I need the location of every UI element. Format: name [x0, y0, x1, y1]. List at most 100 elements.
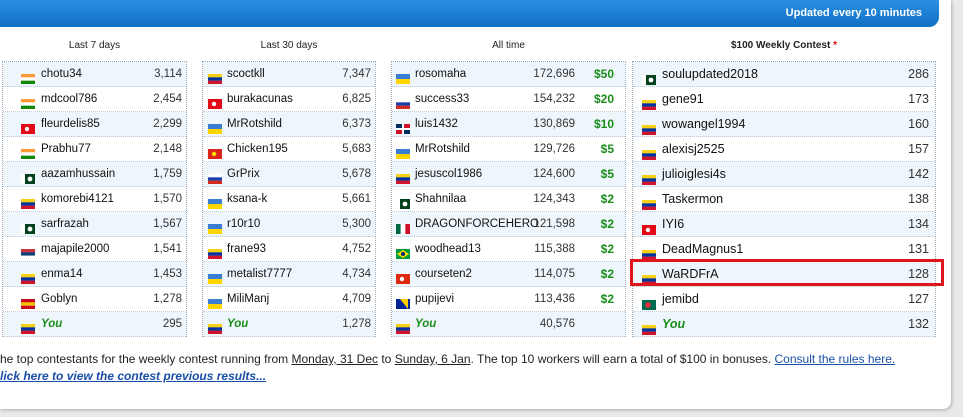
leaderboard-list: soulupdated2018 286 gene91 173 wowangel1994 1… [632, 61, 936, 337]
worker-name[interactable]: Chicken195 [227, 137, 288, 161]
score-value: 114,075 [534, 268, 575, 280]
country-flag-icon [21, 194, 35, 210]
score-value: 295 [162, 318, 182, 330]
leaderboard-row: r10r10 5,300 [203, 212, 375, 237]
country-flag-icon [396, 69, 410, 85]
worker-name[interactable]: sarfrazah [41, 212, 89, 236]
leaderboard-row: frane93 4,752 [203, 237, 375, 262]
column-title: All time [492, 40, 525, 51]
your-rank-row: You 295 [3, 312, 186, 337]
worker-name[interactable]: julioiglesi4s [662, 162, 726, 186]
worker-name[interactable]: majapile2000 [41, 237, 109, 261]
country-flag-icon [396, 294, 410, 309]
country-flag-icon [208, 169, 222, 185]
country-flag-icon [396, 244, 410, 259]
worker-name[interactable]: GrPrix [227, 162, 260, 186]
leaderboard-row: Taskermon 138 [633, 187, 935, 212]
worker-name[interactable]: mdcool786 [41, 87, 97, 111]
worker-name[interactable]: scoctkll [227, 62, 265, 86]
worker-name[interactable]: burakacunas [227, 87, 293, 111]
worker-name[interactable]: woodhead13 [415, 237, 481, 261]
rules-link[interactable]: Consult the rules here. [775, 352, 896, 366]
leaderboard-row: pupijevi 113,436 $2 [392, 287, 625, 312]
previous-results-link[interactable]: lick here to view the contest previous r… [0, 369, 266, 383]
leaderboard-row: wowangel1994 160 [633, 112, 935, 137]
worker-name[interactable]: jesuscol1986 [415, 162, 482, 186]
country-flag-icon [21, 169, 35, 184]
country-flag-icon [642, 194, 656, 211]
worker-name[interactable]: fleurdelis85 [41, 112, 100, 136]
country-flag-icon [208, 144, 222, 159]
country-flag-icon [642, 319, 656, 336]
worker-name[interactable]: aazamhussain [41, 162, 115, 186]
worker-name[interactable]: Shahnilaa [415, 187, 466, 211]
leaderboard-column-1: Last 30 days scoctkll 7,347 burakacunas 6,82… [202, 36, 376, 346]
worker-name[interactable]: DRAGONFORCEHERO [415, 212, 539, 236]
leaderboard-row: enma14 1,453 [3, 262, 186, 287]
worker-name[interactable]: success33 [415, 87, 469, 111]
score-value: 115,388 [534, 243, 575, 255]
country-flag-icon [642, 69, 656, 85]
country-flag-icon [208, 194, 222, 210]
worker-name[interactable]: Goblyn [41, 287, 77, 311]
worker-name[interactable]: ksana-k [227, 187, 267, 211]
country-flag-icon [396, 194, 410, 209]
worker-name[interactable]: Taskermon [662, 187, 723, 211]
worker-name[interactable]: alexisj2525 [662, 137, 725, 161]
score-value: 121,598 [533, 218, 575, 230]
worker-name[interactable]: metalist7777 [227, 262, 292, 286]
country-flag-icon [642, 219, 656, 235]
worker-name[interactable]: pupijevi [415, 287, 454, 311]
leaderboard-row: DRAGONFORCEHERO 121,598 $2 [392, 212, 625, 237]
worker-name[interactable]: chotu34 [41, 62, 82, 86]
footer-line-2: lick here to view the contest previous r… [0, 368, 950, 385]
country-flag-icon [208, 244, 222, 260]
worker-name[interactable]: komorebi4121 [41, 187, 114, 211]
contest-footer: he top contestants for the weekly contes… [0, 351, 950, 385]
leaderboard-row: julioiglesi4s 142 [633, 162, 935, 187]
country-flag-icon [21, 244, 35, 260]
worker-name[interactable]: enma14 [41, 262, 83, 286]
score-value: 7,347 [342, 68, 371, 80]
worker-name[interactable]: courseten2 [415, 262, 472, 286]
country-flag-icon [21, 294, 35, 310]
country-flag-icon [642, 294, 656, 310]
worker-name[interactable]: MrRotshild [227, 112, 282, 136]
score-value: 113,436 [534, 293, 575, 305]
worker-name[interactable]: Prabhu77 [41, 137, 91, 161]
worker-name[interactable]: jemibd [662, 287, 699, 311]
leaderboard-row: luis1432 130,869 $10 [392, 112, 625, 137]
country-flag-icon [208, 269, 222, 285]
prize-amount: $2 [600, 192, 614, 206]
worker-name[interactable]: MrRotshild [415, 137, 470, 161]
start-date: Monday, 31 Dec [291, 352, 379, 366]
worker-name[interactable]: r10r10 [227, 212, 260, 236]
worker-name[interactable]: DeadMagnus1 [662, 237, 743, 261]
worker-name[interactable]: MiliManj [227, 287, 269, 311]
prize-amount: $2 [600, 242, 614, 256]
score-value: 131 [908, 242, 929, 256]
worker-name[interactable]: luis1432 [415, 112, 458, 136]
worker-name[interactable]: wowangel1994 [662, 112, 745, 136]
score-value: 127 [908, 292, 929, 306]
worker-name[interactable]: IYI6 [662, 212, 684, 236]
score-value: 124,600 [533, 168, 575, 180]
worker-name[interactable]: soulupdated2018 [662, 62, 758, 86]
score-value: 5,300 [342, 218, 371, 230]
your-rank-row: You 1,278 [203, 312, 375, 337]
worker-name[interactable]: gene91 [662, 87, 704, 111]
country-flag-icon [396, 219, 411, 234]
score-value: 138 [908, 192, 929, 206]
country-flag-icon [396, 319, 410, 335]
highlight-box [630, 259, 944, 286]
worker-name: You [662, 317, 686, 331]
country-flag-icon [21, 144, 35, 160]
leaderboard-list: rosomaha 172,696 $50 success33 154,232 $20 lui… [391, 61, 626, 337]
update-banner: Updated every 10 minutes [0, 0, 939, 27]
worker-name[interactable]: rosomaha [415, 62, 466, 86]
leaderboard-row: fleurdelis85 2,299 [3, 112, 186, 137]
worker-name[interactable]: frane93 [227, 237, 266, 261]
leaderboard-column-3: $100 Weekly Contest * soulupdated2018 286 g… [632, 36, 936, 346]
country-flag-icon [21, 69, 35, 85]
leaderboard-row: soulupdated2018 286 [633, 62, 935, 87]
